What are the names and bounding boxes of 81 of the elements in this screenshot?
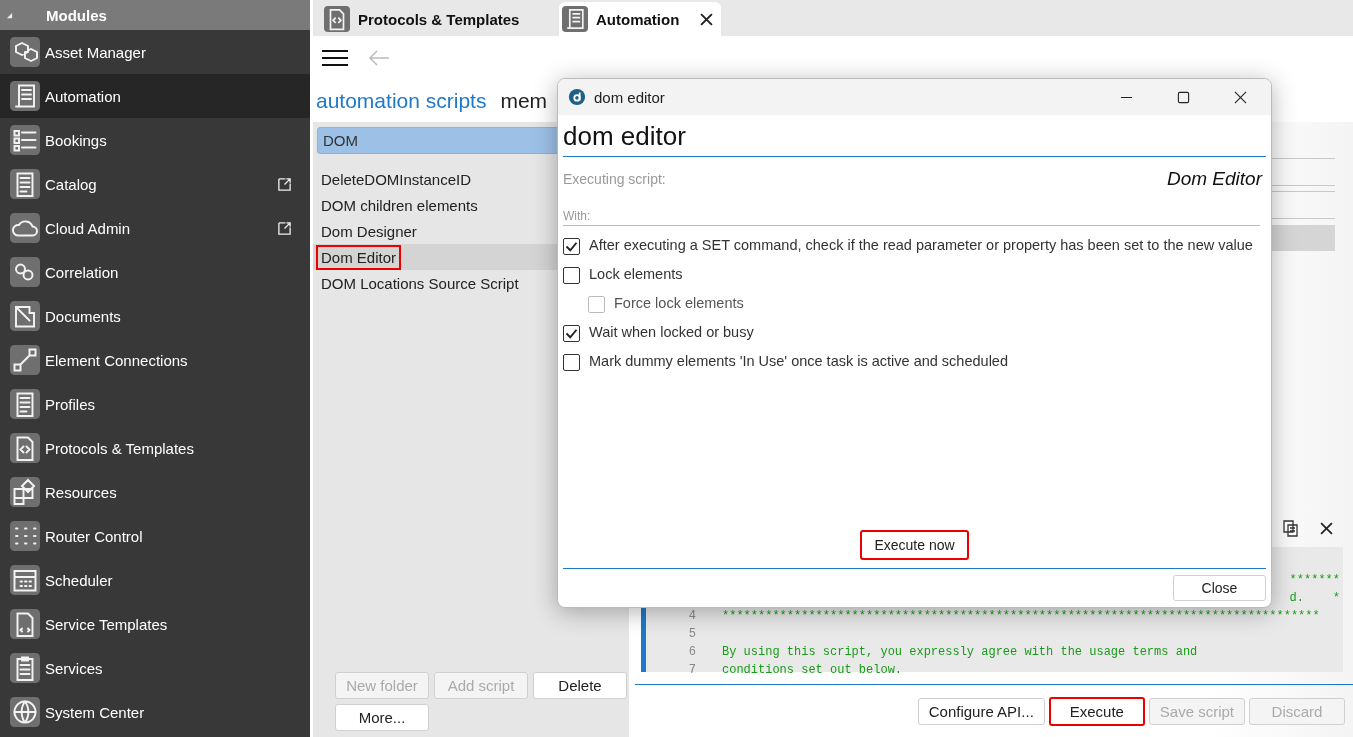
script-name: Dom Editor: [1166, 168, 1262, 190]
cloud-icon: [10, 213, 40, 243]
checkbox[interactable]: [563, 354, 580, 371]
line-number: 5: [687, 627, 696, 641]
external-link-icon[interactable]: [277, 176, 292, 192]
connection-icon: [10, 345, 40, 375]
module-item[interactable]: Protocols & Templates: [0, 426, 310, 470]
close-button[interactable]: Close: [1173, 575, 1266, 601]
module-item[interactable]: Services: [0, 646, 310, 690]
script-item[interactable]: DeleteDOMInstanceID: [316, 166, 477, 192]
module-item[interactable]: Scheduler: [0, 558, 310, 602]
code-line: ***********************************************************************************: [722, 609, 1320, 623]
module-item[interactable]: Profiles: [0, 382, 310, 426]
module-item[interactable]: System Center: [0, 690, 310, 734]
execute-now-button[interactable]: Execute now: [860, 530, 969, 560]
section-label: With:: [563, 209, 1260, 226]
module-item[interactable]: Automation: [0, 74, 310, 118]
document-icon: [10, 389, 40, 419]
module-item[interactable]: Correlation: [0, 250, 310, 294]
line-number: 4: [687, 609, 696, 623]
action-button[interactable]: Configure API...: [917, 697, 1045, 725]
calendar-icon: [10, 565, 40, 595]
option-label: Force lock elements: [614, 294, 744, 313]
checkbox[interactable]: [563, 267, 580, 284]
module-item[interactable]: Service Templates: [0, 602, 310, 646]
list-icon: [10, 125, 40, 155]
field-label: Executing script:: [563, 171, 666, 187]
document-icon: [10, 169, 40, 199]
checkbox[interactable]: [563, 238, 580, 255]
code-file-icon: [10, 609, 40, 639]
globe-icon: [10, 697, 40, 727]
close-icon[interactable]: [1234, 90, 1247, 104]
external-link-icon[interactable]: [277, 220, 292, 236]
script-item[interactable]: DOM children elements: [316, 192, 483, 218]
module-item[interactable]: Resources: [0, 470, 310, 514]
code-file-icon: [324, 6, 350, 32]
module-item[interactable]: Catalog: [0, 162, 310, 206]
close-icon[interactable]: [700, 12, 713, 26]
sidebar-title: Modules: [46, 6, 107, 24]
option-label: Wait when locked or busy: [589, 323, 754, 342]
menu-icon[interactable]: [322, 49, 348, 67]
option-label: After executing a SET command, check if the read parameter or property has been set to the new value: [589, 236, 1253, 255]
module-item[interactable]: Cloud Admin: [0, 206, 310, 250]
script-item[interactable]: Dom Designer: [316, 218, 422, 244]
cubes-icon: [10, 37, 40, 67]
script-item[interactable]: DOM Locations Source Script: [316, 270, 524, 296]
list-action-button[interactable]: Delete: [533, 672, 627, 699]
section-heading[interactable]: mem: [500, 89, 548, 113]
section-heading[interactable]: automation scripts: [316, 89, 487, 113]
module-item[interactable]: Asset Manager: [0, 30, 310, 74]
option-label: Mark dummy elements 'In Use' once task is active and scheduled: [589, 352, 1008, 371]
module-item[interactable]: Element Connections: [0, 338, 310, 382]
copy-icon[interactable]: [1282, 519, 1300, 537]
code-file-icon: [10, 433, 40, 463]
scroll-icon: [562, 6, 588, 32]
code-line: d. *: [1289, 591, 1340, 605]
close-icon[interactable]: [1320, 521, 1333, 535]
module-item[interactable]: Bookings: [0, 118, 310, 162]
list-action-button[interactable]: More...: [335, 704, 429, 731]
clipboard-icon: [10, 653, 40, 683]
option-label: Lock elements: [589, 265, 683, 284]
scroll-icon: [10, 81, 40, 111]
collapse-icon[interactable]: [6, 11, 13, 19]
tab[interactable]: Protocols & Templates: [321, 2, 551, 36]
action-button[interactable]: Execute: [1048, 696, 1145, 726]
window-title: dom editor: [594, 88, 665, 106]
module-item[interactable]: Router Control: [0, 514, 310, 558]
script-item[interactable]: Dom Editor: [316, 244, 402, 270]
app-logo-icon: [568, 88, 586, 106]
link-icon: [10, 257, 40, 287]
dots-grid-icon: [10, 521, 40, 551]
checkbox[interactable]: [563, 325, 580, 342]
module-item[interactable]: Documents: [0, 294, 310, 338]
code-line: By using this script, you expressly agree with the usage terms and: [722, 645, 1198, 659]
tab[interactable]: Automation: [559, 2, 721, 36]
blocks-icon: [10, 477, 40, 507]
dialog-heading: dom editor: [563, 121, 1266, 157]
maximize-icon[interactable]: [1177, 90, 1190, 104]
code-line: *******: [1289, 573, 1340, 587]
line-number: 6: [687, 645, 696, 659]
folder-icon: [10, 301, 40, 331]
